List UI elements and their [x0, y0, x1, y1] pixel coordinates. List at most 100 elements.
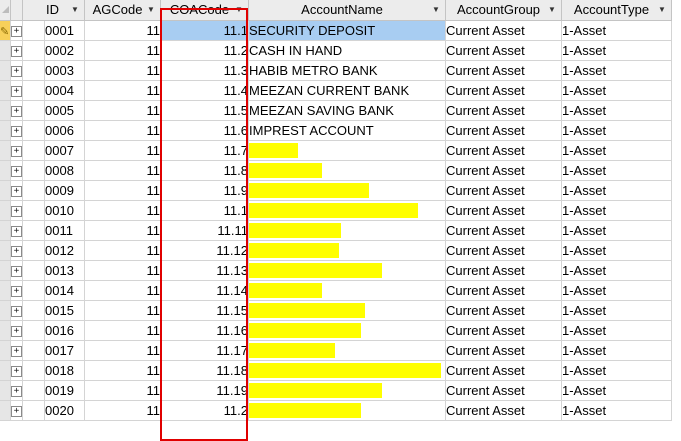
coacode-cell[interactable]: 11.2 — [160, 400, 249, 421]
agcode-cell[interactable]: 11 — [84, 40, 161, 61]
column-header-agcode[interactable]: AGCode ▼ — [84, 0, 161, 21]
accountgroup-cell[interactable]: Current Asset — [445, 100, 562, 121]
chevron-down-icon[interactable]: ▼ — [547, 5, 557, 14]
id-cell[interactable]: 0010 — [44, 200, 85, 221]
chevron-down-icon[interactable]: ▼ — [146, 5, 156, 14]
row-selector[interactable] — [0, 320, 11, 341]
expand-cell[interactable]: + — [10, 280, 23, 301]
accountgroup-cell[interactable]: Current Asset — [445, 400, 562, 421]
accountname-cell[interactable]: MEEZAN SAVING BANK — [248, 100, 446, 121]
column-header-accounttype[interactable]: AccountType ▼ — [561, 0, 672, 21]
coacode-cell[interactable]: 11.5 — [160, 100, 249, 121]
agcode-cell[interactable]: 11 — [84, 100, 161, 121]
expand-cell[interactable]: + — [10, 200, 23, 221]
accounttype-cell[interactable]: 1-Asset — [561, 20, 672, 41]
column-header-id[interactable]: ID ▼ — [22, 0, 85, 21]
agcode-cell[interactable]: 11 — [84, 320, 161, 341]
agcode-cell[interactable]: 11 — [84, 200, 161, 221]
agcode-cell[interactable]: 11 — [84, 360, 161, 381]
expand-plus-icon[interactable]: + — [11, 85, 22, 97]
coacode-cell[interactable]: 11.11 — [160, 220, 249, 241]
coacode-cell[interactable]: 11.1 — [160, 200, 249, 221]
table-row[interactable]: +0020 11 11.2 Current Asset 1-Asset — [0, 400, 672, 421]
accountgroup-cell[interactable]: Current Asset — [445, 320, 562, 341]
table-row[interactable]: +0013 11 11.13 Current Asset 1-Asset — [0, 260, 672, 281]
accounttype-cell[interactable]: 1-Asset — [561, 40, 672, 61]
id-cell[interactable]: 0002 — [44, 40, 85, 61]
accountgroup-cell[interactable]: Current Asset — [445, 40, 562, 61]
select-all-corner-icon[interactable] — [0, 0, 11, 21]
id-cell[interactable]: 0001 — [44, 20, 85, 41]
coacode-cell[interactable]: 11.15 — [160, 300, 249, 321]
expand-plus-icon[interactable]: + — [11, 125, 22, 137]
expand-plus-icon[interactable]: + — [11, 45, 22, 57]
accountname-cell[interactable] — [248, 240, 446, 261]
expand-cell[interactable]: + — [10, 100, 23, 121]
column-header-accountgroup[interactable]: AccountGroup ▼ — [445, 0, 562, 21]
agcode-cell[interactable]: 11 — [84, 240, 161, 261]
column-header-accountname[interactable]: AccountName ▼ — [248, 0, 446, 21]
expand-cell[interactable]: + — [10, 40, 23, 61]
row-selector[interactable] — [0, 400, 11, 421]
accountgroup-cell[interactable]: Current Asset — [445, 340, 562, 361]
accountgroup-cell[interactable]: Current Asset — [445, 20, 562, 41]
accountname-cell[interactable] — [248, 340, 446, 361]
expand-plus-icon[interactable]: + — [11, 165, 22, 177]
accounttype-cell[interactable]: 1-Asset — [561, 160, 672, 181]
id-cell[interactable]: 0015 — [44, 300, 85, 321]
expand-plus-icon[interactable]: + — [11, 65, 22, 77]
id-cell[interactable]: 0017 — [44, 340, 85, 361]
accounttype-cell[interactable]: 1-Asset — [561, 280, 672, 301]
accountgroup-cell[interactable]: Current Asset — [445, 160, 562, 181]
table-row[interactable]: +0008 11 11.8 Current Asset 1-Asset — [0, 160, 672, 181]
accountgroup-cell[interactable]: Current Asset — [445, 200, 562, 221]
column-header-coacode[interactable]: COACode ▼ — [160, 0, 249, 21]
expand-cell[interactable]: + — [10, 220, 23, 241]
id-cell[interactable]: 0016 — [44, 320, 85, 341]
row-selector[interactable] — [0, 80, 11, 101]
table-row[interactable]: +0017 11 11.17 Current Asset 1-Asset — [0, 340, 672, 361]
id-cell[interactable]: 0006 — [44, 120, 85, 141]
id-cell[interactable]: 0013 — [44, 260, 85, 281]
agcode-cell[interactable]: 11 — [84, 180, 161, 201]
accountname-cell[interactable] — [248, 300, 446, 321]
id-cell[interactable]: 0014 — [44, 280, 85, 301]
chevron-down-icon[interactable]: ▼ — [657, 5, 667, 14]
accounttype-cell[interactable]: 1-Asset — [561, 340, 672, 361]
expand-plus-icon[interactable]: + — [11, 265, 22, 277]
id-cell[interactable]: 0009 — [44, 180, 85, 201]
expand-cell[interactable]: + — [10, 20, 23, 41]
row-selector[interactable] — [0, 300, 11, 321]
accountname-cell[interactable] — [248, 260, 446, 281]
coacode-cell[interactable]: 11.6 — [160, 120, 249, 141]
agcode-cell[interactable]: 11 — [84, 120, 161, 141]
table-row[interactable]: +0005 11 11.5 MEEZAN SAVING BANK Current Ass… — [0, 100, 672, 121]
table-row[interactable]: +0016 11 11.16 Current Asset 1-Asset — [0, 320, 672, 341]
expand-cell[interactable]: + — [10, 380, 23, 401]
id-cell[interactable]: 0004 — [44, 80, 85, 101]
coacode-cell[interactable]: 11.12 — [160, 240, 249, 261]
accountname-cell[interactable] — [248, 180, 446, 201]
accountgroup-cell[interactable]: Current Asset — [445, 380, 562, 401]
expand-plus-icon[interactable]: + — [11, 245, 22, 257]
accounttype-cell[interactable]: 1-Asset — [561, 140, 672, 161]
accounttype-cell[interactable]: 1-Asset — [561, 180, 672, 201]
coacode-cell[interactable]: 11.17 — [160, 340, 249, 361]
accountgroup-cell[interactable]: Current Asset — [445, 120, 562, 141]
accounttype-cell[interactable]: 1-Asset — [561, 400, 672, 421]
accountname-cell[interactable] — [248, 360, 446, 381]
expand-plus-icon[interactable]: + — [11, 205, 22, 217]
accounttype-cell[interactable]: 1-Asset — [561, 260, 672, 281]
expand-cell[interactable]: + — [10, 320, 23, 341]
expand-cell[interactable]: + — [10, 360, 23, 381]
id-cell[interactable]: 0019 — [44, 380, 85, 401]
row-selector[interactable] — [0, 180, 11, 201]
expand-plus-icon[interactable]: + — [11, 105, 22, 117]
table-row[interactable]: +0003 11 11.3 HABIB METRO BANK Current Asset… — [0, 60, 672, 81]
expand-cell[interactable]: + — [10, 300, 23, 321]
table-row[interactable]: ✎ +0001 11 11.1 SECURITY DEPOSIT Current Asse… — [0, 20, 672, 41]
chevron-down-icon[interactable]: ▼ — [70, 5, 80, 14]
table-row[interactable]: +0006 11 11.6 IMPREST ACCOUNT Current Asset 1… — [0, 120, 672, 141]
expand-plus-icon[interactable]: + — [11, 345, 22, 357]
accounttype-cell[interactable]: 1-Asset — [561, 200, 672, 221]
